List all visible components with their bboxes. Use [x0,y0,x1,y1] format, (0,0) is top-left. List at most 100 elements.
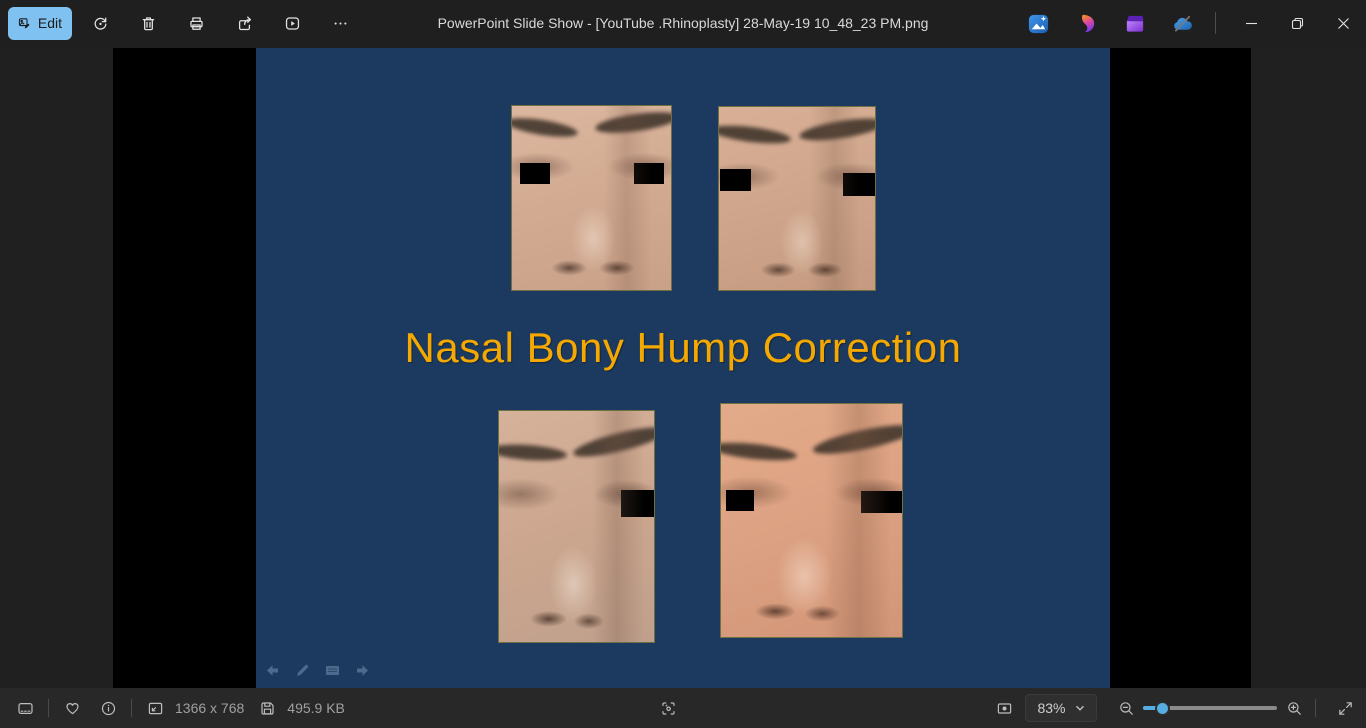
more-icon [332,15,349,32]
edit-button-label: Edit [38,15,62,31]
visual-search-icon [660,700,677,717]
zoom-in-icon [1286,700,1303,717]
slideshow-nav-controls [264,662,371,679]
favorite-button[interactable] [59,695,85,721]
slide-menu-button[interactable] [324,662,341,679]
eyebrow-right [571,422,655,463]
statusbar-divider [131,699,132,717]
fullscreen-button[interactable] [1332,695,1358,721]
slide: Nasal Bony Hump Correction [256,48,1110,688]
titlebar: Edit [0,0,1366,46]
share-icon [236,15,253,32]
toolbar-left: Edit [0,0,360,46]
pen-button[interactable] [294,662,311,679]
eyebrow-left [718,122,792,147]
statusbar-left: 1366 x 768 495.9 KB [0,695,345,721]
titlebar-divider [1215,12,1216,34]
eye-privacy-bar [861,491,903,513]
eyebrow-right [594,108,672,137]
slide-title: Nasal Bony Hump Correction [256,324,1110,372]
restore-button[interactable] [1274,0,1320,46]
share-button[interactable] [224,5,264,41]
eye-privacy-bar [720,169,751,191]
zoom-level-dropdown[interactable]: 83% [1025,694,1097,722]
eye-privacy-bar [843,173,876,196]
favorite-heart-icon [64,700,81,717]
zoom-out-icon [1118,700,1135,717]
restore-icon [1291,17,1304,30]
photo-bottom-left-oblique [498,410,655,643]
visual-search-button[interactable] [655,695,681,721]
fullscreen-icon [1337,700,1354,717]
slideshow-button[interactable] [272,5,312,41]
photos-app-window: Edit [0,0,1366,728]
rotate-icon [92,15,109,32]
next-slide-icon [354,662,371,679]
slideshow-icon [284,15,301,32]
pen-icon [294,662,311,679]
designer-cocreator-icon [1075,12,1098,35]
rotate-button[interactable] [80,5,120,41]
eye-privacy-bar [520,163,550,184]
filmstrip-button[interactable] [12,695,38,721]
eye-privacy-bar [726,490,754,511]
statusbar-divider [1315,699,1316,717]
fit-to-window-button[interactable] [991,695,1017,721]
eyebrow-right [798,114,876,144]
edit-button[interactable]: Edit [8,7,72,40]
chevron-down-icon [1075,703,1085,713]
displayed-image[interactable]: Nasal Bony Hump Correction [113,48,1251,688]
dimensions-icon [142,695,168,721]
toolbar-right [1018,0,1366,46]
photo-bottom-right-oblique [720,403,903,638]
info-icon [100,700,117,717]
auto-enhance-icon [1027,12,1050,35]
minimize-icon [1245,17,1258,30]
photo-top-left-frontal [511,105,672,291]
eyebrow-left [720,440,798,464]
clipchamp-button[interactable] [1114,5,1154,41]
fit-to-window-icon [996,700,1013,717]
minimize-button[interactable] [1228,0,1274,46]
more-options-button[interactable] [320,5,360,41]
zoom-out-button[interactable] [1113,695,1139,721]
close-button[interactable] [1320,0,1366,46]
dimensions-label: 1366 x 768 [175,700,244,716]
clipchamp-icon [1123,12,1146,35]
slide-menu-icon [324,662,341,679]
eye-privacy-bar [621,490,655,517]
delete-button[interactable] [128,5,168,41]
close-icon [1337,17,1350,30]
viewer-canvas: Nasal Bony Hump Correction [0,46,1366,688]
zoom-slider[interactable] [1143,694,1277,722]
eyebrow-right [811,419,903,459]
designer-cocreator-button[interactable] [1066,5,1106,41]
filmstrip-icon [17,700,34,717]
statusbar-divider [48,699,49,717]
next-slide-button[interactable] [354,662,371,679]
file-size: 495.9 KB [254,695,345,721]
zoom-level-value: 83% [1037,700,1065,716]
print-button[interactable] [176,5,216,41]
file-size-icon [254,695,280,721]
statusbar-center [655,688,681,728]
zoom-slider-thumb[interactable] [1155,701,1170,716]
eye-privacy-bar [634,163,664,184]
photo-top-right-frontal [718,106,876,291]
delete-icon [140,15,157,32]
image-dimensions: 1366 x 768 [142,695,244,721]
eyebrow-left [498,442,567,462]
onedrive-off-icon [1171,12,1194,35]
eyebrow-left [511,114,579,140]
info-button[interactable] [95,695,121,721]
statusbar-right: 83% [991,688,1366,728]
edit-image-icon [18,15,31,31]
zoom-in-button[interactable] [1281,695,1307,721]
onedrive-off-button[interactable] [1162,5,1202,41]
print-icon [188,15,205,32]
previous-slide-button[interactable] [264,662,281,679]
auto-enhance-button[interactable] [1018,5,1058,41]
file-size-label: 495.9 KB [287,700,345,716]
statusbar: 1366 x 768 495.9 KB [0,688,1366,728]
previous-slide-icon [264,662,281,679]
